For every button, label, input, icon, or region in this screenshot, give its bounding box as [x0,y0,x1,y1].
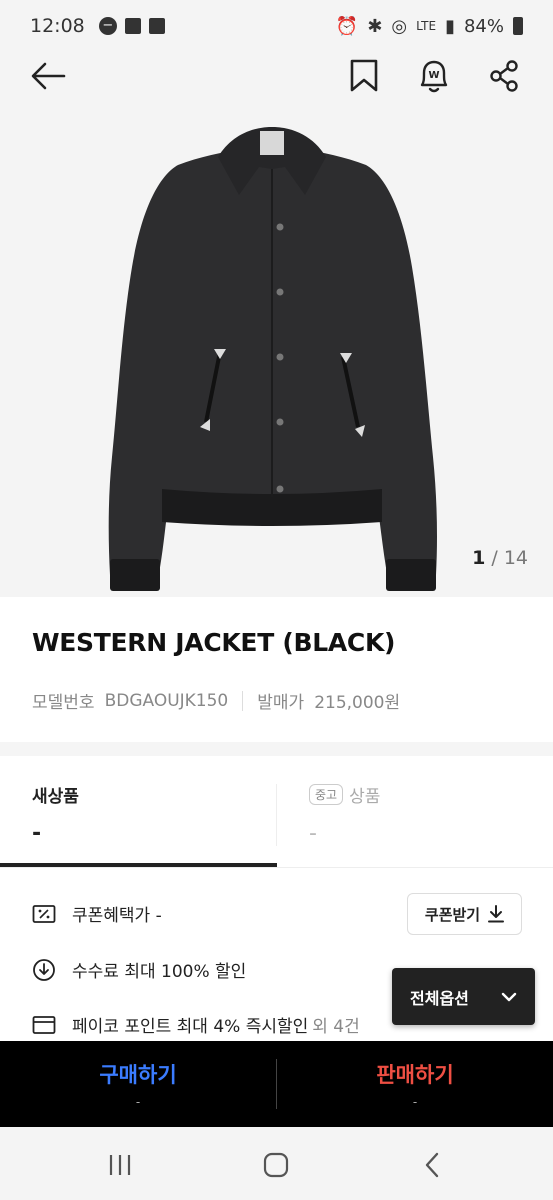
point-discount-extra: 외 4건 [312,1017,360,1037]
tab-used[interactable]: 중고 상품 - [277,756,553,868]
card-icon [32,1013,56,1037]
bookmark-button[interactable] [340,52,388,100]
sell-price: - [412,1095,418,1109]
sell-label: 판매하기 [376,1063,454,1087]
svg-text:W: W [428,70,439,81]
pager-separator: / [491,547,498,569]
status-bar: 12:08 − ⏰ ✱ ◎ LTE ▮ 84% [0,0,553,52]
active-tab-indicator [0,863,277,867]
notification-icon: − [98,17,117,35]
home-icon [263,1152,289,1178]
back-button[interactable] [24,52,72,100]
product-title: WESTERN JACKET (BLACK) [32,628,396,657]
sell-button[interactable]: 판매하기 - [277,1041,553,1127]
section-divider [0,742,553,756]
share-icon [490,60,518,92]
release-price-value: 215,000원 [314,693,401,713]
buy-button[interactable]: 구매하기 - [0,1041,276,1127]
product-gallery[interactable]: W 1 / 14 [0,52,553,597]
tab-new-price: - [32,821,42,846]
used-chip: 중고 [309,784,344,805]
network-type: LTE [416,18,437,33]
discount-badge-icon [32,958,56,982]
system-back-button[interactable] [412,1147,452,1183]
chevron-left-icon [425,1152,439,1178]
tab-used-label-group: 중고 상품 [309,782,553,807]
arrow-left-icon [31,62,66,90]
system-nav-bar [0,1127,553,1200]
model-number-label: 모델번호 [32,693,95,713]
model-number-value: BDGAOUJK150 [104,690,229,711]
fee-discount-row: 수수료 최대 100% 할인 [32,957,246,982]
coupon-price-text: 쿠폰혜택가 - [72,906,162,926]
bookmark-icon [350,59,378,92]
condition-tabs: 새상품 - 중고 상품 - [0,756,553,868]
buy-price: - [135,1095,141,1109]
signal-icon: ▮ [445,15,455,37]
gallery-pager: 1 / 14 [472,547,528,569]
hotspot-icon: ◎ [391,15,408,37]
meta-divider [242,690,244,711]
all-options-button[interactable]: 전체옵션 [392,968,535,1025]
product-meta: 모델번호 BDGAOUJK150 발매가 215,000원 [32,688,400,713]
point-discount-text: 페이코 포인트 최대 4% 즉시할인 [72,1017,309,1037]
battery-level: 84% [463,15,504,37]
recent-apps-button[interactable] [100,1147,140,1183]
battery-icon [513,17,523,35]
share-button[interactable] [480,52,528,100]
alarm-icon: ⏰ [335,15,359,37]
pager-total: 14 [503,547,528,569]
status-time: 12:08 [30,15,85,37]
chevron-down-icon [501,992,517,1001]
price-alert-button[interactable]: W [410,52,458,100]
release-price-label: 발매가 [257,693,305,713]
get-coupon-button[interactable]: 쿠폰받기 [407,893,522,935]
tab-new-label: 새상품 [32,787,79,807]
coupon-benefit-row: 쿠폰혜택가 - [32,901,162,926]
get-coupon-label: 쿠폰받기 [424,905,481,924]
recent-apps-icon [109,1155,131,1175]
message-icon [124,18,141,34]
bluetooth-icon: ✱ [367,15,383,37]
tab-used-label: 상품 [349,787,381,807]
bell-w-icon: W [420,60,448,93]
download-icon [488,905,505,923]
tab-new[interactable]: 새상품 - [0,756,276,868]
all-options-label: 전체옵션 [410,988,469,1008]
coupon-icon [32,902,56,926]
home-button[interactable] [256,1147,296,1183]
pager-current: 1 [472,547,486,569]
point-discount-row: 페이코 포인트 최대 4% 즉시할인 외 4건 [32,1012,360,1037]
fee-discount-text: 수수료 최대 100% 할인 [72,962,247,982]
gallery-icon [148,18,165,34]
product-image [108,127,438,591]
buy-label: 구매하기 [99,1063,177,1087]
trade-action-bar: 구매하기 - 판매하기 - [0,1041,553,1127]
tab-used-price: - [309,821,317,846]
